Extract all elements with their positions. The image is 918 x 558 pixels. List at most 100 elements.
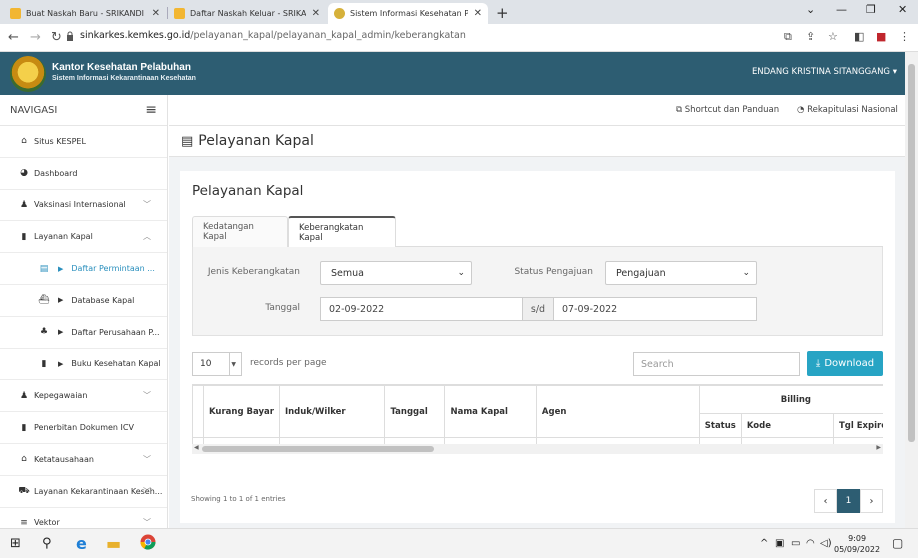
tray-app-icon[interactable]: ▣ — [775, 538, 784, 549]
entries-info: Showing 1 to 1 of 1 entries — [191, 495, 286, 503]
sidebar-item[interactable]: ▮ Penerbitan Dokumen ICV — [0, 412, 167, 444]
url-field[interactable]: sinkarkes.kemkes.go.id/pelayanan_kapal/p… — [80, 30, 466, 41]
column-header-kode[interactable]: Kode — [740, 413, 835, 438]
caret-right-icon: ▶ — [58, 328, 64, 337]
column-header-agen[interactable]: Agen — [535, 385, 700, 438]
user-menu[interactable]: ENDANG KRISTINA SITANGGANG ▾ — [752, 67, 897, 77]
sidebar-item-label: Database Kapal — [71, 295, 135, 305]
sidebar-item[interactable]: ⛟ Layanan Kekarantinaan Keseh... ﹀ — [0, 476, 167, 508]
scrollbar-thumb[interactable] — [202, 446, 434, 452]
home-icon: ⌂ — [21, 136, 27, 147]
search-icon[interactable]: ⚲ — [42, 536, 52, 551]
close-tab-icon[interactable]: ✕ — [474, 8, 482, 19]
battery-icon[interactable]: ▭ — [791, 538, 800, 549]
new-tab-icon[interactable]: + — [496, 4, 509, 22]
page-button-current[interactable]: 1 — [837, 489, 860, 513]
sidebar-item[interactable]: ⌂ Ketatausahaan ﹀ — [0, 444, 167, 476]
date-to-input[interactable]: 07-09-2022 — [553, 297, 757, 321]
browser-tab[interactable]: Buat Naskah Baru - SRIKANDI ✕ — [4, 3, 166, 24]
close-window-icon[interactable]: ✕ — [898, 3, 907, 16]
menu-kebab-icon[interactable]: ⋮ — [899, 30, 910, 43]
shortcut-link[interactable]: ⧉ Shortcut dan Panduan — [676, 105, 779, 115]
jenis-select[interactable]: Semua ⌄ — [320, 261, 472, 285]
kespel-favicon-icon — [334, 8, 345, 19]
next-page-button[interactable]: › — [860, 489, 883, 513]
page-size-select[interactable]: 10 ▼ — [192, 352, 242, 376]
translate-icon[interactable]: ⧉ — [784, 30, 792, 44]
download-icon: ⤓ — [815, 358, 821, 369]
chevron-down-icon: ﹀ — [143, 200, 151, 210]
tab-keberangkatan[interactable]: Keberangkatan Kapal — [288, 216, 396, 248]
top-links-bar: ⧉ Shortcut dan Panduan ◔ Rekapitulasi Na… — [169, 95, 905, 126]
app-header: Kantor Kesehatan Pelabuhan Sistem Inform… — [0, 52, 905, 95]
bank-icon: ⌂ — [21, 454, 27, 465]
scroll-left-icon[interactable]: ◀ — [194, 444, 199, 451]
brand-subtitle: Sistem Informasi Kekarantinaan Kesehatan — [52, 75, 196, 82]
tab-kedatangan[interactable]: Kedatangan Kapal — [192, 216, 288, 247]
status-select[interactable]: Pengajuan ⌄ — [605, 261, 757, 285]
vertical-scrollbar[interactable] — [905, 52, 918, 528]
column-header-induk[interactable]: Induk/Wilker — [278, 385, 386, 438]
share-icon[interactable]: ⇪ — [806, 30, 815, 43]
search-input[interactable]: Search — [633, 352, 800, 376]
download-button[interactable]: ⤓ Download — [807, 351, 883, 376]
date-from-input[interactable]: 02-09-2022 — [320, 297, 523, 321]
system-clock[interactable]: 9:09 05/09/2022 — [834, 533, 880, 555]
sidebar-item[interactable]: ◕ Dashboard — [0, 158, 167, 190]
forward-icon[interactable]: → — [30, 30, 41, 45]
browser-tab[interactable]: Daftar Naskah Keluar - SRIKANDI ✕ — [168, 3, 326, 24]
truck-icon: ⛟ — [18, 485, 30, 496]
column-header-tgl-expire[interactable]: Tgl Expire — [833, 413, 883, 438]
sidebar-item-label: Vektor — [34, 518, 60, 528]
tab-search-icon[interactable]: ⌄ — [806, 3, 815, 16]
sidebar-item[interactable]: ▤ ▶ Daftar Permintaan ... — [0, 253, 167, 285]
sidebar-item[interactable]: ♣ ▶ Daftar Perusahaan P... — [0, 317, 167, 349]
date-range-separator: s/d — [522, 297, 554, 321]
bookmark-star-icon[interactable]: ☆ — [828, 30, 838, 43]
browser-tab-active[interactable]: Sistem Informasi Kesehatan Pelab ✕ — [328, 3, 488, 24]
file-explorer-icon[interactable]: ▬ — [106, 534, 121, 553]
horizontal-scrollbar[interactable]: ◀ ▶ — [192, 444, 883, 454]
tray-chevron-icon[interactable]: ^ — [760, 538, 768, 549]
column-header-kurang-bayar[interactable]: Kurang Bayar — [203, 385, 280, 438]
notifications-icon[interactable]: ▢ — [892, 536, 903, 550]
volume-icon[interactable]: ◁) — [820, 538, 832, 549]
close-tab-icon[interactable]: ✕ — [312, 8, 320, 19]
close-tab-icon[interactable]: ✕ — [152, 8, 160, 19]
column-header-nama-kapal[interactable]: Nama Kapal — [444, 385, 537, 438]
hamburger-icon[interactable]: ≡ — [145, 102, 157, 118]
sidebar-item[interactable]: ⛴ ▶ Database Kapal — [0, 285, 167, 317]
users-icon: ♣ — [39, 327, 49, 338]
sidebar-item-label: Ketatausahaan — [34, 454, 94, 464]
lock-icon — [67, 31, 73, 41]
caret-down-icon: ▼ — [231, 360, 236, 368]
wifi-icon[interactable]: ◠ — [806, 538, 815, 549]
chrome-icon[interactable] — [140, 534, 156, 554]
minimize-icon[interactable]: — — [836, 3, 847, 16]
column-header-tanggal[interactable]: Tanggal — [384, 385, 446, 438]
caret-right-icon: ▶ — [58, 264, 64, 273]
back-icon[interactable]: ← — [8, 30, 19, 45]
reload-icon[interactable]: ↻ — [51, 30, 62, 45]
scroll-right-icon[interactable]: ▶ — [876, 444, 881, 451]
sidebar-item[interactable]: ⌂ Situs KESPEL — [0, 126, 167, 158]
caret-right-icon: ▶ — [58, 359, 64, 368]
sidebar-item-label: Daftar Permintaan ... — [71, 264, 155, 274]
chart-icon: ◔ — [797, 105, 805, 115]
edge-browser-icon[interactable]: e — [76, 534, 87, 553]
restore-icon[interactable]: ❐ — [866, 3, 876, 16]
sidebar-item[interactable]: ♟ Vaksinasi Internasional ﹀ — [0, 190, 167, 222]
rekapitulasi-link[interactable]: ◔ Rekapitulasi Nasional — [797, 105, 898, 115]
sidebar-item[interactable]: ▮ Layanan Kapal ︿ — [0, 221, 167, 254]
chevron-down-icon: ⌄ — [457, 268, 465, 278]
column-header-status[interactable]: Status — [698, 413, 742, 438]
srikandi-favicon-icon — [10, 8, 21, 19]
scrollbar-thumb[interactable] — [908, 64, 915, 442]
sidebar-item[interactable]: ▮ ▶ Buku Kesehatan Kapal — [0, 349, 167, 381]
extension-icon[interactable]: ■ — [876, 30, 886, 43]
sidebar-item[interactable]: ♟ Kepegawaian ﹀ — [0, 380, 167, 413]
prev-page-button[interactable]: ‹ — [814, 489, 837, 513]
sidepanel-icon[interactable]: ◧ — [854, 30, 864, 43]
windows-start-icon[interactable]: ⊞ — [10, 536, 21, 551]
ship-icon: ⛴ — [38, 295, 50, 306]
